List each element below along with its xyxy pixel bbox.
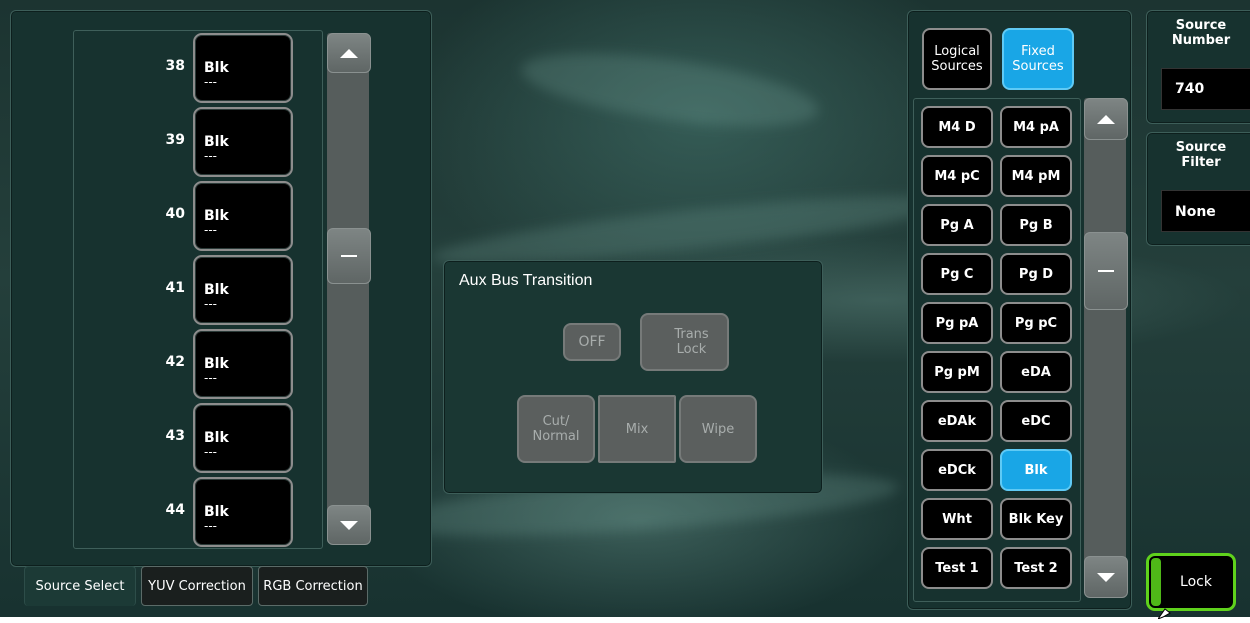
- source-button[interactable]: Pg B: [1000, 204, 1072, 246]
- source-tile-sub: ---: [204, 371, 217, 385]
- source-tile-sub: ---: [204, 75, 217, 89]
- chevron-up-icon: [1097, 114, 1115, 124]
- source-button[interactable]: M4 D: [921, 106, 993, 148]
- scroll-thumb[interactable]: [327, 228, 371, 284]
- fixed-sources-button[interactable]: Fixed Sources: [1002, 28, 1074, 90]
- source-tile-name: Blk: [204, 356, 229, 372]
- source-tile-sub: ---: [204, 223, 217, 237]
- source-button[interactable]: eDA: [1000, 351, 1072, 393]
- source-tile[interactable]: Blk ---: [193, 403, 293, 473]
- source-button[interactable]: Wht: [921, 498, 993, 540]
- source-button[interactable]: eDAk: [921, 400, 993, 442]
- scroll-down-button[interactable]: [327, 505, 371, 545]
- source-tile[interactable]: Blk ---: [193, 181, 293, 251]
- wipe-button[interactable]: Wipe: [679, 395, 757, 463]
- grip-icon: [341, 255, 357, 257]
- source-tile[interactable]: Blk ---: [193, 329, 293, 399]
- source-button[interactable]: Blk Key: [1000, 498, 1072, 540]
- row-number: 40: [165, 206, 185, 222]
- source-button[interactable]: M4 pC: [921, 155, 993, 197]
- grid-scroll-down-button[interactable]: [1084, 556, 1128, 598]
- scroll-up-button[interactable]: [327, 33, 371, 73]
- source-number-label: Source Number: [1171, 18, 1231, 48]
- off-button[interactable]: OFF: [563, 323, 621, 361]
- source-tile-sub: ---: [204, 519, 217, 533]
- source-button[interactable]: Pg pA: [921, 302, 993, 344]
- source-button[interactable]: eDC: [1000, 400, 1072, 442]
- source-tile-name: Blk: [204, 134, 229, 150]
- tab-source-select[interactable]: Source Select: [24, 566, 136, 606]
- lock-label: Lock: [1180, 574, 1212, 590]
- source-button[interactable]: Pg D: [1000, 253, 1072, 295]
- source-number-value: 740: [1175, 81, 1205, 97]
- source-tile[interactable]: Blk ---: [193, 477, 293, 547]
- lock-indicator: [1151, 558, 1161, 606]
- aux-bus-transition-title: Aux Bus Transition: [459, 272, 593, 289]
- lock-button[interactable]: Lock: [1146, 553, 1236, 611]
- source-tile-name: Blk: [204, 430, 229, 446]
- source-filter-value: None: [1175, 204, 1216, 220]
- source-tile-name: Blk: [204, 208, 229, 224]
- source-button[interactable]: M4 pA: [1000, 106, 1072, 148]
- chevron-up-icon: [340, 48, 358, 58]
- row-number: 42: [165, 354, 185, 370]
- source-tile[interactable]: Blk ---: [193, 33, 293, 103]
- source-tile-sub: ---: [204, 445, 217, 459]
- chevron-down-icon: [1097, 572, 1115, 582]
- source-filter-label: Source Filter: [1175, 140, 1227, 170]
- grip-icon: [1098, 270, 1114, 272]
- source-button[interactable]: Pg pC: [1000, 302, 1072, 344]
- row-number: 38: [165, 58, 185, 74]
- grid-scroll-thumb[interactable]: [1084, 232, 1128, 310]
- source-button[interactable]: Test 1: [921, 547, 993, 589]
- source-tile[interactable]: Blk ---: [193, 107, 293, 177]
- source-tile-sub: ---: [204, 149, 217, 163]
- source-button[interactable]: M4 pM: [1000, 155, 1072, 197]
- source-tile-sub: ---: [204, 297, 217, 311]
- tab-yuv-correction[interactable]: YUV Correction: [141, 566, 253, 606]
- row-number: 39: [165, 132, 185, 148]
- source-button[interactable]: Pg pM: [921, 351, 993, 393]
- logical-sources-button[interactable]: Logical Sources: [922, 28, 992, 90]
- source-button[interactable]: eDCk: [921, 449, 993, 491]
- mix-button[interactable]: Mix: [598, 395, 676, 463]
- source-list-scrollbar[interactable]: [327, 33, 369, 543]
- row-number: 41: [165, 280, 185, 296]
- source-tile-name: Blk: [204, 60, 229, 76]
- source-tile-name: Blk: [204, 282, 229, 298]
- fixed-sources-scrollbar[interactable]: [1084, 98, 1126, 595]
- row-number: 44: [165, 502, 185, 518]
- source-tile[interactable]: Blk ---: [193, 255, 293, 325]
- source-tile-name: Blk: [204, 504, 229, 520]
- trans-lock-button[interactable]: Trans Lock: [640, 313, 729, 371]
- cut-normal-button[interactable]: Cut/ Normal: [517, 395, 595, 463]
- source-button[interactable]: Pg C: [921, 253, 993, 295]
- source-button[interactable]: Test 2: [1000, 547, 1072, 589]
- source-button[interactable]: Blk: [1000, 449, 1072, 491]
- tab-rgb-correction[interactable]: RGB Correction: [258, 566, 368, 606]
- grid-scroll-up-button[interactable]: [1084, 98, 1128, 140]
- mouse-cursor: [1156, 604, 1172, 621]
- chevron-down-icon: [340, 520, 358, 530]
- row-number: 43: [165, 428, 185, 444]
- source-button[interactable]: Pg A: [921, 204, 993, 246]
